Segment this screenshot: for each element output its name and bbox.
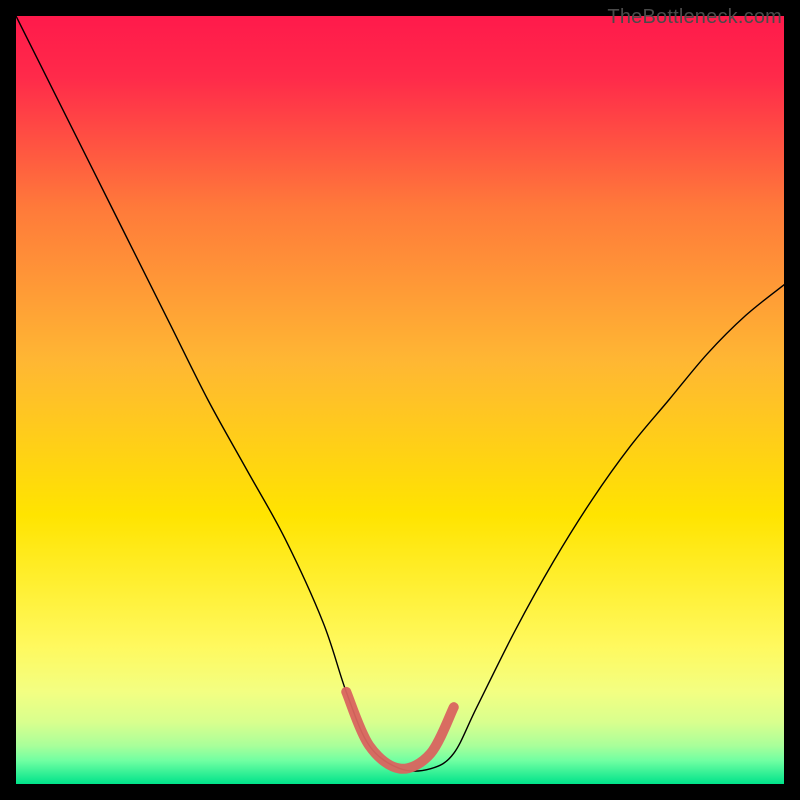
watermark-label: TheBottleneck.com (607, 6, 782, 29)
plot-area (16, 16, 784, 784)
chart-frame: TheBottleneck.com (0, 0, 800, 800)
chart-svg (16, 16, 784, 784)
